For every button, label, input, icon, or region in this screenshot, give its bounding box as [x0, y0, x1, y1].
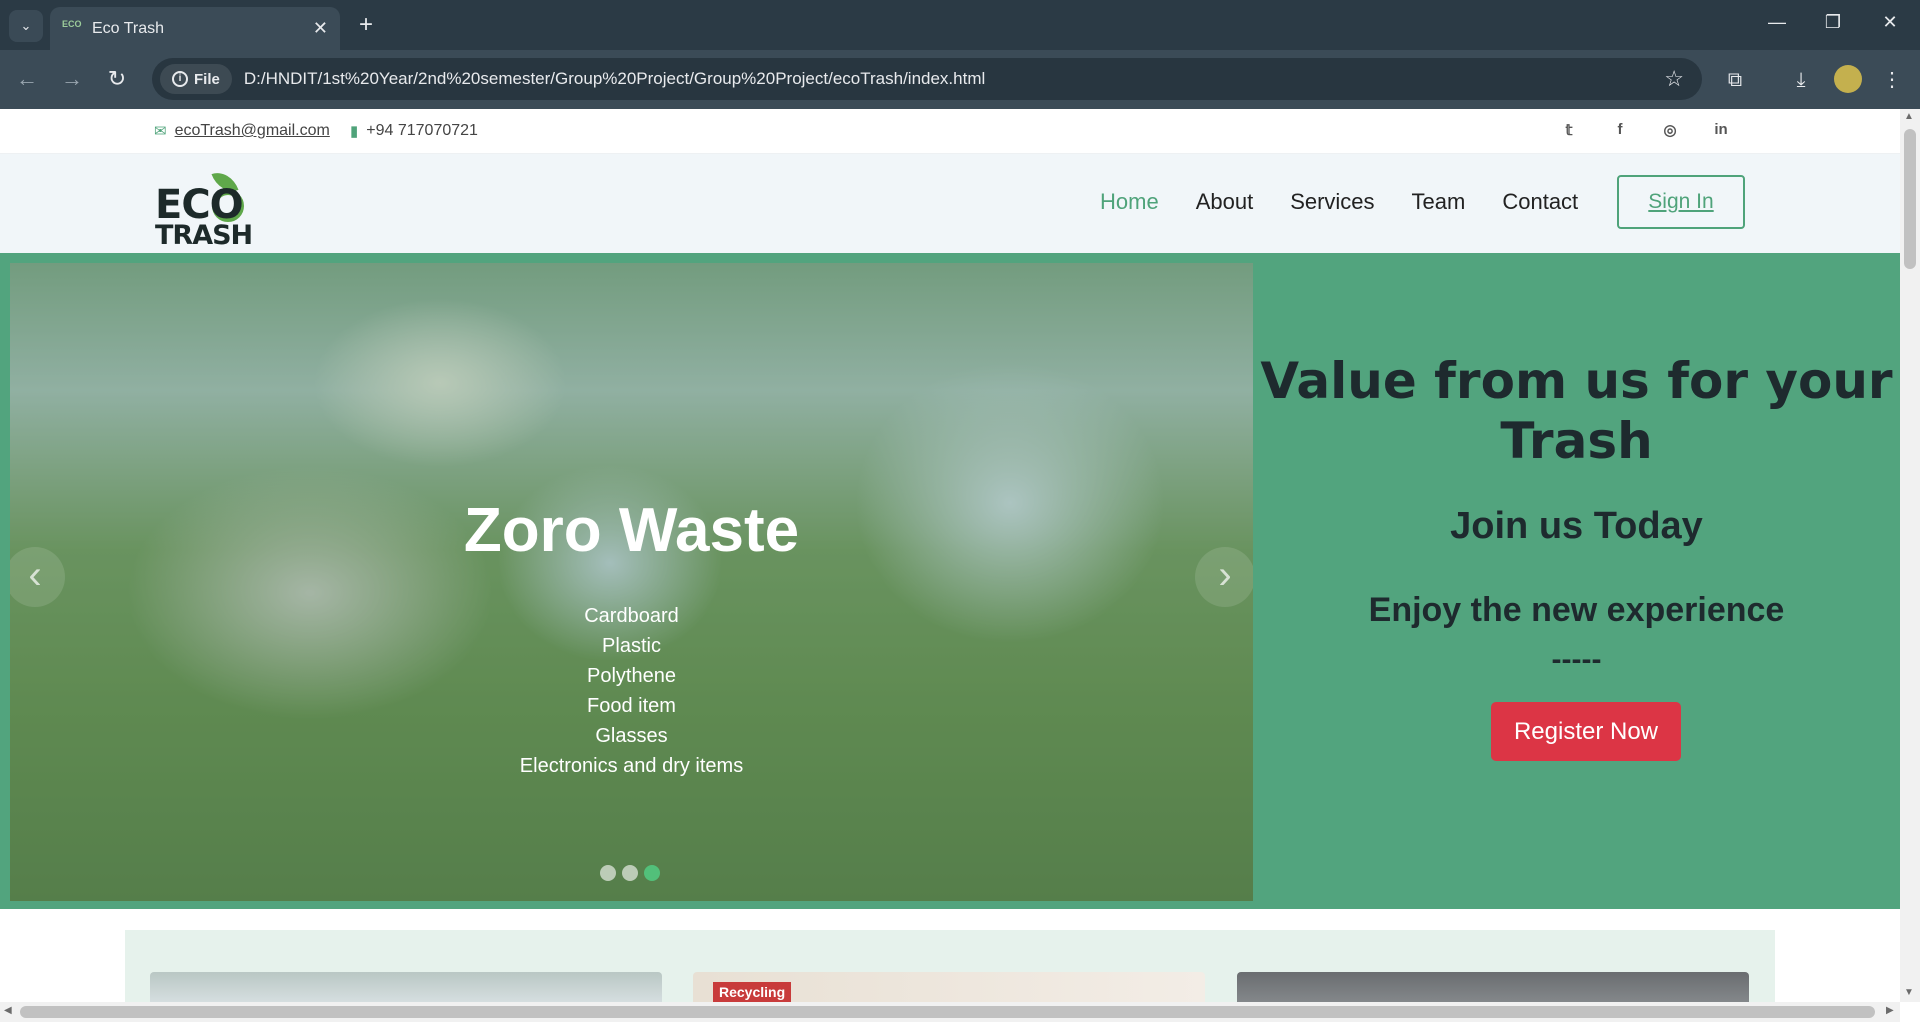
hero-text-panel: Value from us for your Trash Join us Tod…: [1253, 253, 1900, 909]
envelope-icon: ✉: [154, 123, 167, 140]
scroll-left-icon[interactable]: ◀: [4, 1005, 12, 1016]
restore-icon[interactable]: ❐: [1818, 12, 1848, 33]
contact-topbar: ✉ ecoTrash@gmail.com ▮ +94 717070721 𝕥 f…: [0, 109, 1900, 154]
nav-links: Home About Services Team Contact: [1100, 189, 1615, 215]
address-bar[interactable]: i File D:/HNDIT/1st%20Year/2nd%20semeste…: [152, 58, 1702, 100]
extensions-icon[interactable]: ⧉: [1720, 65, 1750, 95]
list-item: Food item: [587, 695, 676, 717]
hero-section: Zoro Waste Cardboard Plastic Polythene F…: [0, 253, 1900, 909]
scroll-up-icon[interactable]: ▲: [1904, 111, 1914, 122]
vertical-scrollbar[interactable]: ▲ ▼: [1900, 109, 1920, 1002]
carousel-image: [10, 263, 1253, 901]
window-close-icon[interactable]: ✕: [1875, 12, 1905, 33]
site-favicon-icon: ECO: [62, 18, 82, 29]
list-item: Cardboard: [584, 605, 679, 627]
tab-title: Eco Trash: [92, 19, 165, 37]
reload-icon[interactable]: ↻: [102, 65, 132, 95]
list-item: Electronics and dry items: [519, 755, 744, 777]
hero-title: Value from us for your Trash: [1260, 352, 1893, 470]
email-link[interactable]: ecoTrash@gmail.com: [175, 122, 330, 140]
service-card-1[interactable]: [150, 972, 662, 1002]
browser-tab[interactable]: ECO Eco Trash ✕: [50, 7, 340, 50]
phone-number: +94 717070721: [366, 122, 478, 139]
twitter-icon[interactable]: 𝕥: [1559, 121, 1579, 141]
eco-trash-logo[interactable]: ECO TRASH: [155, 167, 255, 251]
nav-team[interactable]: Team: [1412, 189, 1466, 215]
logo-line-2: TRASH: [155, 220, 253, 251]
bookmark-star-icon[interactable]: ☆: [1664, 66, 1684, 92]
nav-services[interactable]: Services: [1290, 189, 1374, 215]
carousel-headline: Zoro Waste: [463, 496, 800, 565]
tab-search-button[interactable]: ⌄: [9, 10, 43, 42]
minimize-icon[interactable]: —: [1762, 12, 1792, 33]
carousel-next-icon[interactable]: ›: [1195, 547, 1253, 607]
back-arrow-icon[interactable]: ←: [12, 65, 42, 95]
nav-home[interactable]: Home: [1100, 189, 1159, 215]
browser-tabstrip: ⌄ ECO Eco Trash ✕ + — ❐ ✕: [0, 0, 1920, 50]
carousel-indicator-2[interactable]: [622, 865, 638, 881]
new-tab-button[interactable]: +: [352, 12, 380, 40]
facebook-icon[interactable]: f: [1610, 121, 1630, 141]
list-item: Glasses: [595, 725, 668, 747]
url-text[interactable]: D:/HNDIT/1st%20Year/2nd%20semester/Group…: [244, 69, 1664, 89]
service-card-3[interactable]: [1237, 972, 1749, 1002]
vertical-scroll-thumb[interactable]: [1904, 129, 1916, 269]
list-item: Polythene: [587, 665, 676, 687]
waste-type-list: Cardboard Plastic Polythene Food item Gl…: [10, 601, 1253, 781]
scroll-down-icon[interactable]: ▼: [1904, 987, 1914, 998]
register-now-button[interactable]: Register Now: [1491, 702, 1681, 761]
main-navbar: ECO TRASH Home About Services Team Conta…: [0, 154, 1900, 253]
nav-about[interactable]: About: [1196, 189, 1254, 215]
carousel-indicators: [600, 865, 660, 881]
linkedin-icon[interactable]: in: [1711, 121, 1731, 141]
forward-arrow-icon[interactable]: →: [57, 65, 87, 95]
menu-kebab-icon[interactable]: ⋮: [1877, 65, 1907, 95]
site-info-chip[interactable]: i File: [160, 64, 232, 94]
sign-in-button[interactable]: Sign In: [1617, 175, 1745, 229]
email-contact: ✉ ecoTrash@gmail.com: [154, 122, 330, 140]
hero-divider: -----: [1551, 643, 1602, 676]
nav-contact[interactable]: Contact: [1502, 189, 1578, 215]
services-section: Recycling: [125, 930, 1775, 1002]
browser-toolbar: ← → ↻ i File D:/HNDIT/1st%20Year/2nd%20s…: [0, 50, 1920, 109]
list-item: Plastic: [602, 635, 661, 657]
instagram-icon[interactable]: ◎: [1660, 121, 1680, 141]
carousel-indicator-1[interactable]: [600, 865, 616, 881]
horizontal-scrollbar[interactable]: ◀ ▶: [0, 1002, 1900, 1022]
site-info-label: File: [194, 70, 220, 88]
scroll-right-icon[interactable]: ▶: [1886, 1005, 1894, 1016]
info-icon: i: [172, 71, 188, 87]
download-icon[interactable]: ⤓: [1786, 65, 1816, 95]
phone-contact: ▮ +94 717070721: [350, 122, 478, 140]
hero-carousel: Zoro Waste Cardboard Plastic Polythene F…: [10, 263, 1253, 901]
phone-icon: ▮: [350, 123, 359, 140]
tab-close-icon[interactable]: ✕: [313, 18, 328, 39]
hero-subtitle: Join us Today: [1450, 505, 1703, 547]
carousel-indicator-3[interactable]: [644, 865, 660, 881]
webpage: ✉ ecoTrash@gmail.com ▮ +94 717070721 𝕥 f…: [0, 109, 1900, 1002]
hero-tagline: Enjoy the new experience: [1368, 591, 1785, 629]
horizontal-scroll-thumb[interactable]: [20, 1006, 1875, 1018]
service-card-2[interactable]: Recycling: [693, 972, 1205, 1002]
profile-avatar[interactable]: [1834, 65, 1862, 93]
recycling-tag: Recycling: [713, 982, 792, 1002]
